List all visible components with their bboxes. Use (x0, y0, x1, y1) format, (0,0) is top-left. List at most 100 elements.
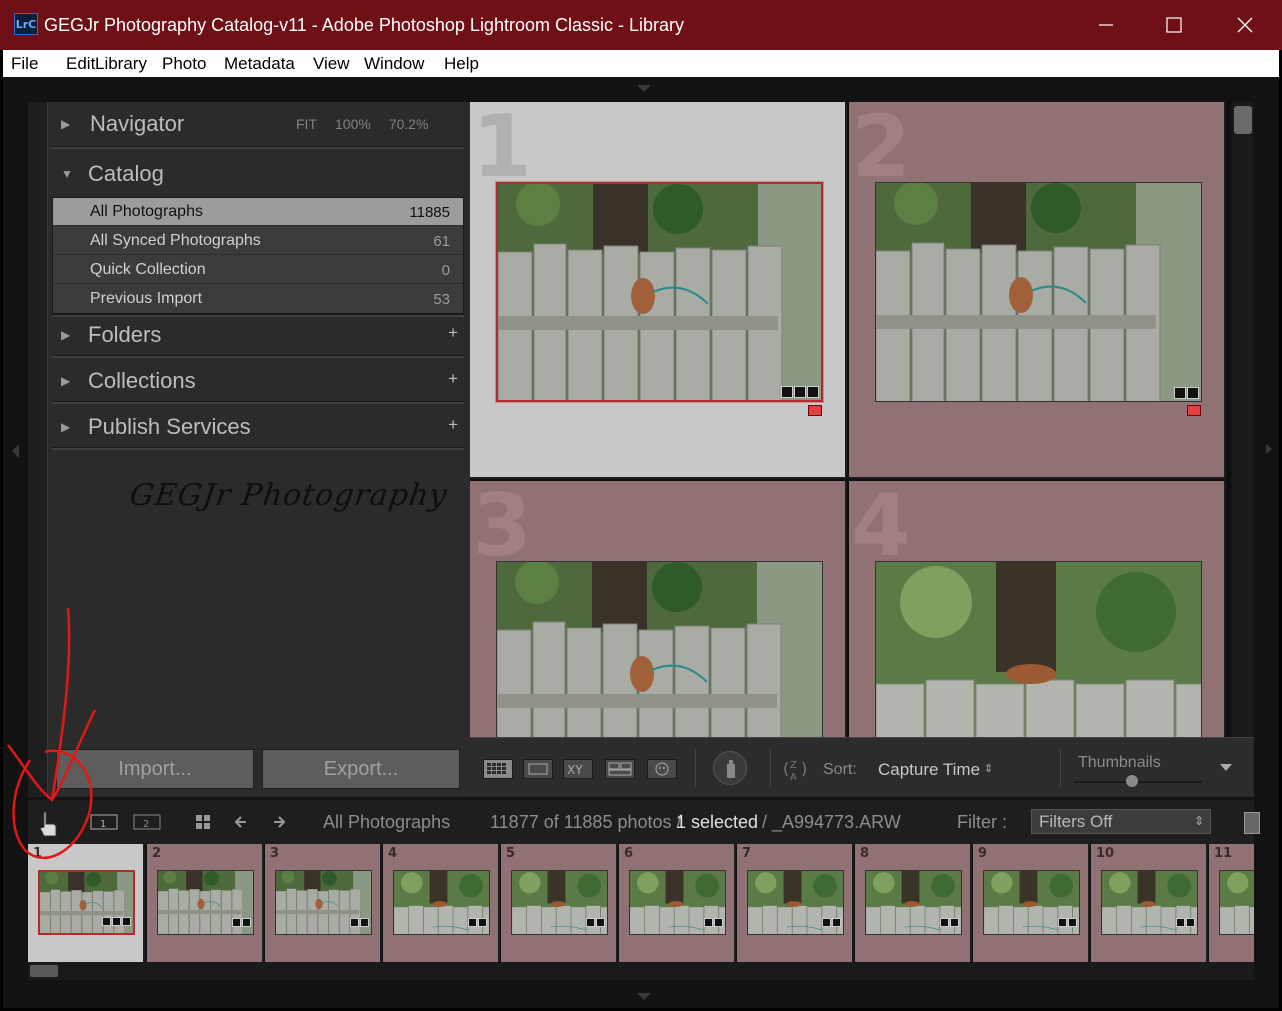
filmstrip-thumbnail[interactable] (1101, 870, 1198, 935)
grid-cell[interactable]: 1 (470, 102, 847, 479)
add-publish-service-icon[interactable]: + (448, 415, 458, 435)
survey-view-button[interactable] (605, 759, 635, 779)
thumbnail-size-slider[interactable] (1074, 775, 1202, 787)
filmstrip-cell[interactable]: 10 (1091, 844, 1208, 962)
menu-view[interactable]: View (313, 53, 350, 74)
sort-dropdown[interactable]: Capture Time (878, 760, 980, 780)
main-window-monitor-1-icon[interactable]: 1 (90, 814, 118, 832)
filmstrip-scrollbar-thumb[interactable] (30, 965, 58, 977)
sort-direction-icon[interactable]: (ZA) (781, 756, 817, 782)
menu-file[interactable]: File (11, 53, 38, 74)
panel-scrollbar[interactable] (28, 102, 48, 797)
add-folder-icon[interactable]: + (448, 323, 458, 343)
filmstrip-cell[interactable]: 3 (265, 844, 382, 962)
grid-cell[interactable]: 4 (849, 481, 1226, 737)
filmstrip-cell[interactable]: 9 (973, 844, 1090, 962)
menu-edit[interactable]: Edit (66, 53, 95, 74)
menu-photo[interactable]: Photo (162, 53, 206, 74)
filmstrip-thumbnail[interactable] (747, 870, 844, 935)
filmstrip-cell[interactable]: 5 (501, 844, 618, 962)
thumbnail-badges (231, 914, 251, 932)
filmstrip-thumbnail[interactable] (157, 870, 254, 935)
grid-cell[interactable]: 2 (849, 102, 1226, 479)
filmstrip-thumbnail[interactable] (983, 870, 1080, 935)
thumbnail-badges (780, 385, 819, 398)
catalog-item-all-photographs[interactable]: All Photographs 11885 (53, 198, 463, 226)
collections-header[interactable]: ▶ Collections + (48, 359, 464, 403)
left-panel-toggle-icon[interactable] (12, 444, 19, 458)
grid-scrollbar[interactable] (1232, 102, 1254, 737)
filmstrip-cell[interactable]: 2 (147, 844, 264, 962)
catalog-item-quick-collection[interactable]: Quick Collection 0 (53, 256, 463, 284)
people-view-button[interactable] (647, 759, 677, 779)
zoom-custom-option[interactable]: 70.2% (389, 116, 429, 132)
menu-metadata[interactable]: Metadata (224, 53, 295, 74)
minimize-button[interactable] (1083, 8, 1127, 42)
toolbar-content-menu-icon[interactable] (1220, 764, 1232, 771)
filmstrip-thumbnail[interactable] (1219, 870, 1254, 935)
filmstrip-thumbnail[interactable] (629, 870, 726, 935)
secondary-window-monitor-2-icon[interactable]: 2 (133, 814, 161, 832)
photo-thumbnail[interactable] (875, 561, 1202, 737)
filmstrip-cell[interactable]: 7 (737, 844, 854, 962)
thumbnail-badges (101, 913, 131, 931)
loupe-view-button[interactable] (523, 759, 553, 779)
catalog-item-all-synced[interactable]: All Synced Photographs 61 (53, 227, 463, 255)
grid-scrollbar-thumb[interactable] (1234, 106, 1252, 134)
zoom-fit-option[interactable]: FIT (296, 116, 317, 132)
thumbnail-badges (1175, 914, 1195, 932)
filter-dropdown[interactable]: Filters Off ⇕ (1031, 809, 1211, 834)
svg-text:Z: Z (790, 760, 797, 771)
filmstrip-cell[interactable]: 8 (855, 844, 972, 962)
filmstrip-cell[interactable]: 6 (619, 844, 736, 962)
photo-thumbnail[interactable] (496, 561, 823, 737)
filmstrip-cell[interactable]: 1 (28, 844, 145, 962)
catalog-item-label: All Photographs (90, 203, 203, 220)
zoom-100-option[interactable]: 100% (335, 116, 371, 132)
top-panel-toggle-icon[interactable] (637, 85, 651, 92)
painter-button[interactable] (713, 751, 747, 785)
filmstrip-source[interactable]: All Photographs (323, 812, 450, 833)
filmstrip-scrollbar[interactable] (28, 962, 1254, 980)
filmstrip-cell[interactable]: 4 (383, 844, 500, 962)
filmstrip-thumbnail[interactable] (275, 870, 372, 935)
catalog-item-previous-import[interactable]: Previous Import 53 (53, 285, 463, 313)
back-arrow-icon[interactable] (232, 813, 250, 831)
photo-thumbnail[interactable] (495, 181, 824, 403)
publish-services-header[interactable]: ▶ Publish Services + (48, 405, 464, 449)
filmstrip-index: 7 (742, 846, 752, 861)
svg-text:(: ( (783, 759, 789, 778)
right-panel-toggle-icon[interactable] (1266, 444, 1272, 454)
filmstrip-index: 4 (388, 846, 398, 861)
close-button[interactable] (1222, 8, 1266, 42)
filter-lock-icon[interactable] (1244, 812, 1260, 834)
filmstrip-thumbnail[interactable] (393, 870, 490, 935)
grid-mode-icon[interactable] (194, 813, 212, 831)
menu-window[interactable]: Window (364, 53, 424, 74)
folders-title: Folders (88, 322, 162, 347)
compare-view-button[interactable]: XY (563, 759, 593, 779)
grid-view-button[interactable] (483, 759, 513, 779)
filmstrip-thumbnail[interactable] (865, 870, 962, 935)
photo-thumbnail[interactable] (875, 182, 1202, 402)
grid-cell[interactable]: 3 (470, 481, 847, 737)
catalog-header[interactable]: ▼ Catalog (48, 152, 464, 196)
selected-filename[interactable]: / _A994773.ARW (762, 812, 901, 833)
menu-help[interactable]: Help (444, 53, 479, 74)
bottom-panel-toggle-icon[interactable] (637, 993, 651, 1000)
folders-header[interactable]: ▶ Folders + (48, 313, 464, 357)
import-button[interactable]: Import... (56, 749, 254, 789)
filmstrip-cell[interactable]: 11 (1209, 844, 1254, 962)
metadata-badge-icon (360, 918, 369, 927)
forward-arrow-icon[interactable] (270, 813, 288, 831)
menu-bar: File Edit Library Photo Metadata View Wi… (3, 50, 1279, 77)
filmstrip-thumbnail[interactable] (38, 870, 135, 935)
maximize-button[interactable] (1152, 8, 1196, 42)
export-button[interactable]: Export... (262, 749, 460, 789)
add-collection-icon[interactable]: + (448, 369, 458, 389)
thumbnail-size-knob[interactable] (1126, 775, 1139, 787)
menu-library[interactable]: Library (95, 53, 147, 74)
navigator-header[interactable]: ▶ Navigator FIT 100% 70.2% (48, 102, 464, 146)
panel-divider (52, 146, 464, 149)
filmstrip-thumbnail[interactable] (511, 870, 608, 935)
